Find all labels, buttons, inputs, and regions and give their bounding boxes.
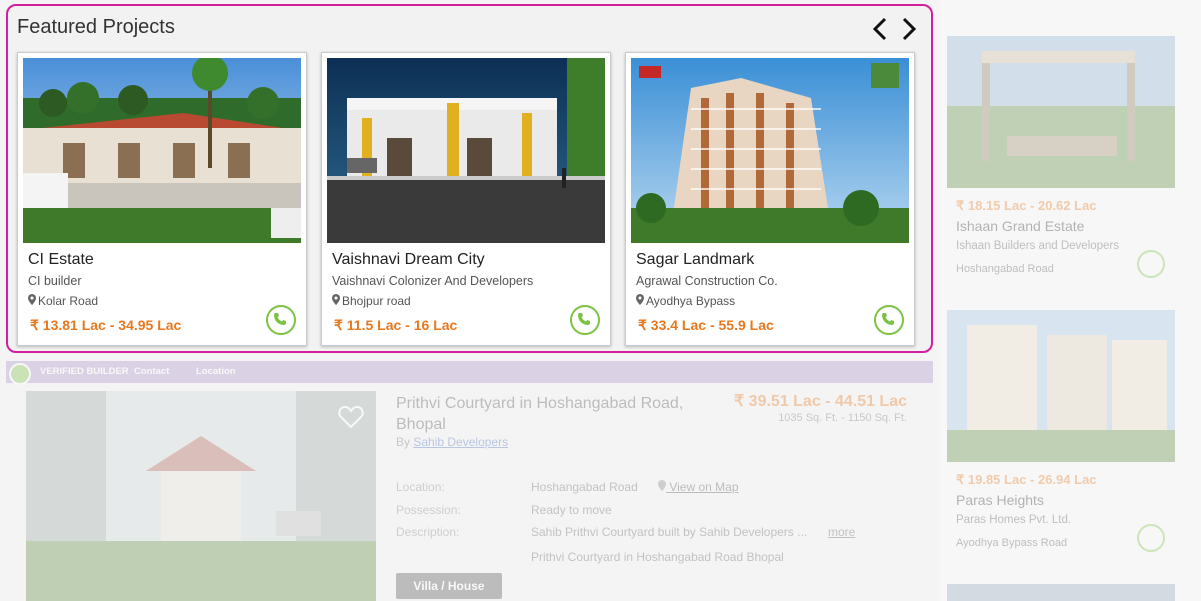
project-name[interactable]: Vaishnavi Dream City (332, 251, 485, 269)
project-name[interactable]: Sagar Landmark (636, 251, 754, 269)
listing-title[interactable]: Prithvi Courtyard in Hoshangabad Road, B… (396, 393, 706, 435)
side-location: Hoshangabad Road (956, 263, 1054, 275)
description-value: Sahib Prithvi Courtyard built by Sahib D… (531, 525, 808, 539)
side-builder: Ishaan Builders and Developers (956, 240, 1120, 252)
side-project-image[interactable] (947, 310, 1175, 462)
side-builder: Paras Homes Pvt. Ltd. (956, 514, 1072, 526)
price-range: ₹ 33.4 Lac - 55.9 Lac (638, 317, 774, 333)
map-pin-icon (658, 480, 666, 494)
price-range: ₹ 13.81 Lac - 34.95 Lac (30, 317, 182, 333)
project-card[interactable]: Vaishnavi Dream City Vaishnavi Colonizer… (321, 52, 611, 346)
builder-name: Agrawal Construction Co. (636, 274, 778, 288)
location-link[interactable]: Location (196, 366, 236, 377)
side-location: Ayodhya Bypass Road (956, 537, 1068, 549)
possession-value: Ready to move (531, 503, 612, 517)
side-project-image[interactable] (947, 36, 1175, 188)
possession-label: Possession: (396, 503, 461, 517)
builder-name: CI builder (28, 274, 82, 288)
property-type-tag: Villa / House (396, 573, 502, 599)
side-price: ₹ 19.85 Lac - 26.94 Lac (956, 472, 1097, 487)
project-image[interactable] (23, 58, 301, 243)
chevron-right-icon[interactable] (899, 16, 919, 42)
map-pin-icon (28, 294, 38, 308)
phone-icon[interactable] (1137, 524, 1165, 552)
featured-title: Featured Projects (17, 16, 175, 38)
location-value: Hoshangabad Road (531, 480, 638, 494)
contact-link[interactable]: Contact (134, 366, 169, 377)
more-link[interactable]: more (828, 525, 855, 539)
map-pin-icon (636, 294, 646, 308)
project-location: Ayodhya Bypass (636, 294, 735, 308)
listing-builder: By Sahib Developers (396, 435, 509, 449)
map-pin-icon (332, 294, 342, 308)
phone-icon[interactable] (1137, 250, 1165, 278)
listing-image[interactable] (26, 391, 376, 601)
phone-icon[interactable] (874, 305, 904, 335)
project-card[interactable]: Sagar Landmark Agrawal Construction Co. … (625, 52, 915, 346)
builder-link[interactable]: Sahib Developers (413, 435, 508, 449)
verified-check-icon (9, 363, 31, 385)
phone-icon[interactable] (570, 305, 600, 335)
project-card[interactable]: CI Estate CI builder Kolar Road ₹ 13.81 … (17, 52, 307, 346)
view-on-map-link[interactable]: View on Map (658, 480, 739, 494)
location-label: Location: (396, 480, 445, 494)
project-name[interactable]: CI Estate (28, 251, 94, 269)
side-name[interactable]: Paras Heights (956, 492, 1044, 508)
project-image[interactable] (327, 58, 605, 243)
heart-icon[interactable] (338, 405, 364, 434)
project-location: Kolar Road (28, 294, 98, 308)
side-price: ₹ 18.15 Lac - 20.62 Lac (956, 198, 1097, 213)
listing-area: 1035 Sq. Ft. - 1150 Sq. Ft. (778, 412, 907, 424)
description-line-2: Prithvi Courtyard in Hoshangabad Road Bh… (531, 550, 784, 564)
verified-builder-bar: VERIFIED BUILDER Contact Location (6, 361, 933, 383)
side-project-card[interactable]: ₹ 19.85 Lac - 26.94 Lac Paras Heights Pa… (947, 310, 1175, 575)
featured-projects-panel: Featured Projects CI Estate CI builder K… (6, 4, 933, 353)
listing-price: ₹ 39.51 Lac - 44.51 Lac (734, 393, 907, 410)
builder-name: Vaishnavi Colonizer And Developers (332, 274, 534, 288)
verified-builder-badge: VERIFIED BUILDER (40, 366, 129, 377)
chevron-left-icon[interactable] (870, 16, 890, 42)
project-location: Bhojpur road (332, 294, 411, 308)
side-project-card[interactable] (947, 584, 1175, 601)
side-project-image[interactable] (947, 584, 1175, 601)
phone-icon[interactable] (266, 305, 296, 335)
side-name[interactable]: Ishaan Grand Estate (956, 218, 1084, 234)
project-image[interactable] (631, 58, 909, 243)
description-label: Description: (396, 525, 460, 539)
price-range: ₹ 11.5 Lac - 16 Lac (334, 317, 458, 333)
side-project-card[interactable]: ₹ 18.15 Lac - 20.62 Lac Ishaan Grand Est… (947, 36, 1175, 301)
